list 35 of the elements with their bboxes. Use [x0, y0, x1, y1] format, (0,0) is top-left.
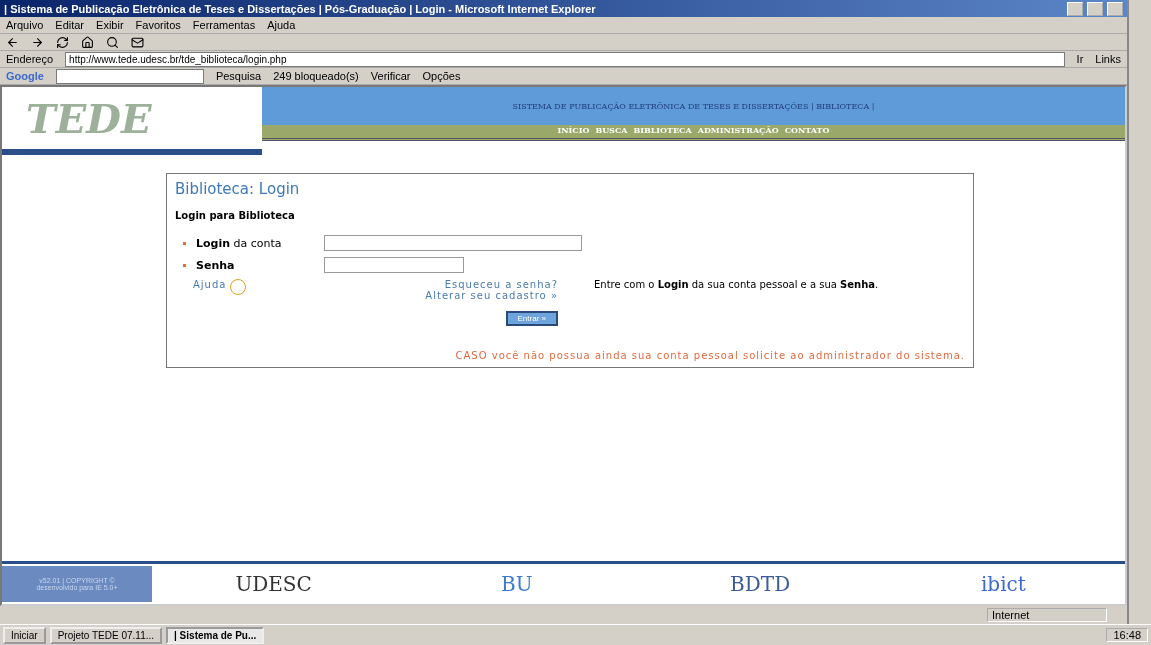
- check-button[interactable]: Verificar: [370, 70, 411, 82]
- search-button[interactable]: Pesquisa: [215, 70, 262, 82]
- partner-logo: BU: [500, 572, 534, 596]
- google-logo: Google: [6, 70, 44, 82]
- window-title: | Sistema de Publicação Eletrônica de Teses e Dissertações | Pós-Graduação | Login - Microsoft Internet Explorer: [4, 2, 597, 15]
- menu-item[interactable]: Editar: [55, 19, 85, 31]
- taskbar-button[interactable]: Projeto TEDE 07.11...: [49, 626, 163, 644]
- menu-item[interactable]: Arquivo: [6, 19, 44, 31]
- help-link[interactable]: Ajuda: [193, 279, 227, 301]
- partner-logo: BDTD: [729, 572, 792, 596]
- options-button[interactable]: Opções: [422, 70, 461, 82]
- site-banner: SISTEMA DE PUBLICAÇÃO ELETRÔNICA DE TESES E DISSERTAÇÕES | BIBLIOTECA |: [262, 87, 1125, 125]
- taskbar-button[interactable]: | Sistema de Pu...: [166, 626, 265, 644]
- partner-logo: UDESC: [234, 572, 313, 596]
- menu-item[interactable]: Exibir: [96, 19, 124, 31]
- partner-logo: ibict: [979, 572, 1027, 596]
- forgot-password-link[interactable]: Esqueceu a senha?: [444, 279, 558, 290]
- field-label: Login da conta: [196, 236, 283, 250]
- menu-item[interactable]: Ajuda: [267, 19, 296, 31]
- menu-item[interactable]: Favoritos: [135, 19, 181, 31]
- info-text: Entre com o Login da sua conta pessoal e a sua Senha.: [594, 279, 880, 292]
- blocked-button[interactable]: 249 bloqueado(s): [273, 70, 359, 82]
- address-label: Endereço: [6, 53, 54, 65]
- start-button[interactable]: Iniciar: [3, 626, 46, 644]
- menu-item[interactable]: Ferramentas: [192, 19, 256, 31]
- change-account-link[interactable]: Alterar seu cadastro »: [425, 290, 558, 301]
- address-field[interactable]: http://www.tede.udesc.br/tde_biblioteca/login.php: [65, 51, 1065, 67]
- clock: 16:48: [1106, 628, 1148, 642]
- field-label: Senha: [196, 258, 236, 272]
- links-button[interactable]: Links: [1095, 53, 1121, 65]
- go-button[interactable]: Ir: [1076, 53, 1084, 65]
- notice-text: CASO você não possua ainda sua conta pessoal solicite ao administrador do sistema.: [454, 350, 965, 361]
- login-subheading: Login para Biblioteca: [175, 210, 296, 221]
- login-heading: Biblioteca: Login: [175, 180, 301, 198]
- zone-indicator: Internet: [987, 608, 1107, 622]
